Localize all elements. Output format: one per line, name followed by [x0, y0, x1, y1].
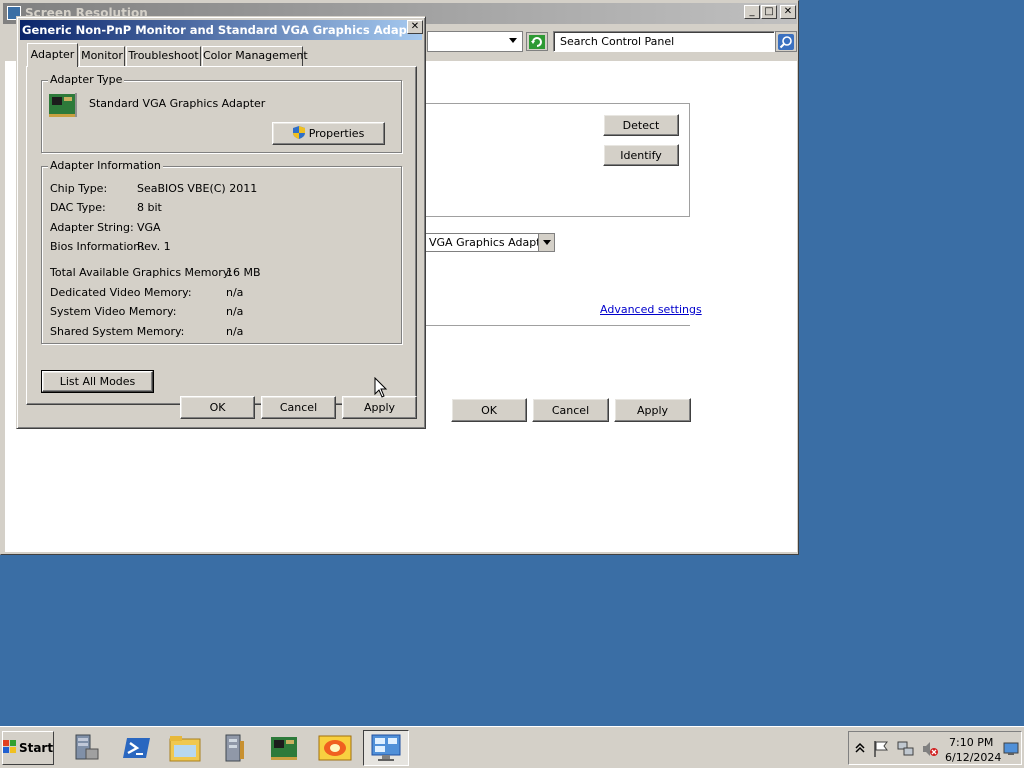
chevron-down-icon[interactable] [538, 234, 554, 251]
adapter-properties-dialog: Generic Non-PnP Monitor and Standard VGA… [16, 16, 426, 429]
bg-cancel-button[interactable]: Cancel [532, 398, 609, 422]
address-dropdown-icon[interactable] [508, 35, 518, 48]
media-icon[interactable] [312, 730, 358, 766]
shield-icon [292, 125, 305, 142]
dac-type-label: DAC Type: [50, 201, 106, 214]
search-input[interactable]: Search Control Panel [553, 31, 775, 52]
refresh-icon[interactable] [526, 32, 548, 51]
screen-resolution-taskbar-icon[interactable] [363, 730, 409, 766]
properties-button[interactable]: Properties [272, 122, 385, 145]
adapter-information-group: Adapter Information Chip Type: SeaBIOS V… [41, 159, 402, 344]
bg-ok-button[interactable]: OK [451, 398, 527, 422]
list-all-modes-button[interactable]: List All Modes [41, 370, 154, 393]
dialog-title: Generic Non-PnP Monitor and Standard VGA… [22, 23, 422, 37]
dialog-close-button[interactable]: ✕ [407, 20, 423, 34]
dialog-ok-button[interactable]: OK [180, 396, 255, 419]
show-hidden-icons-icon[interactable] [855, 742, 865, 757]
maximize-button[interactable]: □ [761, 5, 777, 19]
detect-button[interactable]: Detect [603, 114, 679, 136]
adapter-tab-panel: Adapter Type Standard VGA Graphics Adapt… [26, 66, 417, 405]
close-button[interactable]: ✕ [780, 5, 796, 19]
clock-time[interactable]: 7:10 PM [949, 736, 993, 749]
divider [425, 325, 690, 326]
chip-type-label: Chip Type: [50, 182, 108, 195]
bios-info-value: Rev. 1 [137, 240, 171, 253]
tab-monitor[interactable]: Monitor [79, 46, 125, 66]
shared-memory-label: Shared System Memory: [50, 325, 185, 338]
dialog-cancel-button[interactable]: Cancel [261, 396, 336, 419]
chip-type-value: SeaBIOS VBE(C) 2011 [137, 182, 258, 195]
network-icon[interactable] [897, 740, 915, 761]
tab-adapter[interactable]: Adapter [27, 43, 78, 67]
show-desktop-icon[interactable] [1003, 742, 1019, 759]
adapter-information-title: Adapter Information [48, 159, 163, 172]
admin-tools-icon[interactable] [212, 730, 258, 766]
notification-area: 7:10 PM 6/12/2024 [848, 731, 1022, 765]
clock-date[interactable]: 6/12/2024 [945, 751, 1001, 764]
tab-troubleshoot[interactable]: Troubleshoot [126, 46, 201, 66]
taskbar: Start 7:10 PM 6/12/2024 [0, 726, 1024, 768]
total-memory-value: 16 MB [226, 266, 261, 279]
total-memory-label: Total Available Graphics Memory: [50, 266, 233, 279]
display-adapter-icon[interactable] [262, 730, 308, 766]
bg-apply-button[interactable]: Apply [614, 398, 691, 422]
mouse-cursor-icon [374, 376, 388, 402]
shared-memory-value: n/a [226, 325, 244, 338]
windows-logo-icon [2, 739, 17, 757]
tab-color-management[interactable]: Color Management [202, 46, 308, 66]
start-button[interactable]: Start [2, 731, 54, 765]
adapter-string-value: VGA [137, 221, 161, 234]
display-select[interactable]: VGA Graphics Adapter [425, 233, 555, 252]
close-icon: ✕ [410, 21, 420, 32]
server-manager-icon[interactable] [64, 730, 110, 766]
adapter-type-title: Adapter Type [48, 73, 125, 86]
powershell-icon[interactable] [114, 730, 160, 766]
volume-muted-icon[interactable] [921, 740, 939, 761]
minimize-button[interactable]: _ [744, 5, 760, 19]
dac-type-value: 8 bit [137, 201, 162, 214]
adapter-type-group: Adapter Type Standard VGA Graphics Adapt… [41, 73, 402, 153]
dedicated-memory-value: n/a [226, 286, 244, 299]
address-bar[interactable] [427, 31, 523, 52]
advanced-settings-link[interactable]: Advanced settings [600, 303, 702, 316]
bios-info-label: Bios Information: [50, 240, 144, 253]
adapter-string-label: Adapter String: [50, 221, 134, 234]
display-adapter-card-icon [48, 91, 78, 122]
identify-button[interactable]: Identify [603, 144, 679, 166]
search-icon[interactable] [775, 31, 797, 52]
explorer-icon[interactable] [162, 730, 208, 766]
system-memory-value: n/a [226, 305, 244, 318]
dialog-titlebar[interactable]: Generic Non-PnP Monitor and Standard VGA… [20, 20, 422, 40]
dedicated-memory-label: Dedicated Video Memory: [50, 286, 192, 299]
system-memory-label: System Video Memory: [50, 305, 177, 318]
action-center-flag-icon[interactable] [873, 740, 889, 761]
adapter-name: Standard VGA Graphics Adapter [89, 97, 266, 110]
